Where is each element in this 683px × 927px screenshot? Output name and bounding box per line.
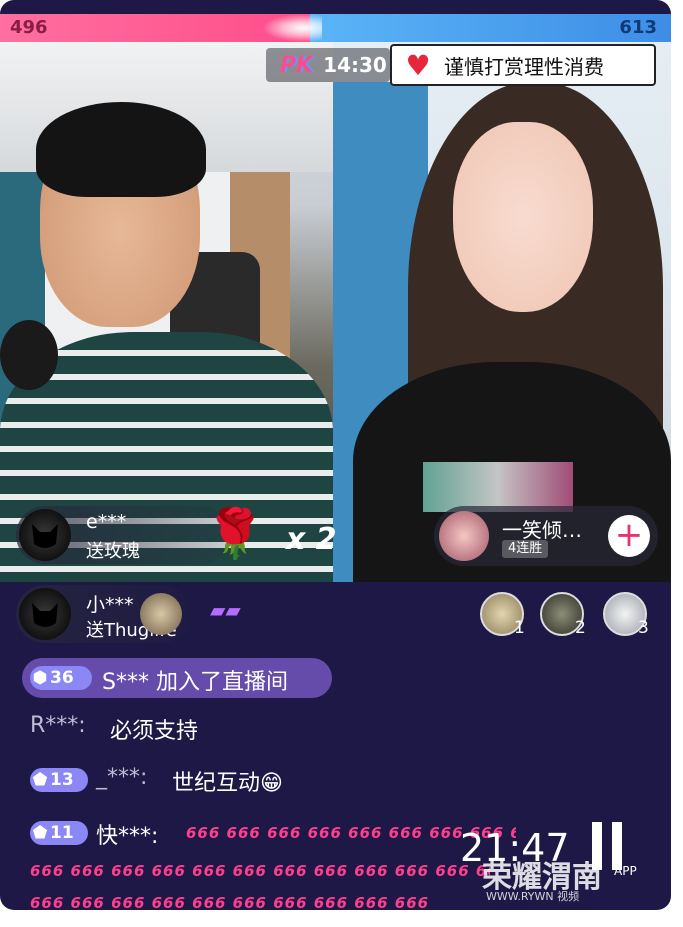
win-streak-badge: 4连胜 xyxy=(502,540,549,558)
chat-text: 世纪互动😁 xyxy=(172,771,283,796)
gift-multiplier: x 2 xyxy=(286,522,337,557)
gift-notification: e*** 送玫瑰 xyxy=(16,506,231,564)
pk-spark xyxy=(262,14,322,42)
microphone xyxy=(0,320,58,390)
watermark-sub: WWW.RYWN 视频 xyxy=(486,890,580,903)
spending-notice: ♥ 谨慎打赏理性消费 xyxy=(390,44,656,86)
pk-countdown: 14:30 xyxy=(323,53,387,77)
gift-sender: e*** xyxy=(86,511,127,533)
pk-right-side: 613 xyxy=(310,14,671,42)
pk-logo: PK xyxy=(280,52,314,78)
avatar[interactable] xyxy=(19,509,71,561)
join-notice: ⬢ 36 S*** 加入了直播间 xyxy=(22,658,332,698)
pk-score-bar: 496 613 xyxy=(0,14,671,42)
level-badge: ⬢ 36 xyxy=(30,666,92,690)
opponent-name: 一笑倾… xyxy=(502,518,582,542)
right-score: 613 xyxy=(619,17,657,38)
left-score: 496 xyxy=(10,17,48,38)
join-text: S*** 加入了直播间 xyxy=(102,670,288,695)
rose-icon: 🌹 xyxy=(205,506,265,562)
gem-icon: ⬟ xyxy=(32,770,48,790)
gift-action: 送玫瑰 xyxy=(86,541,140,562)
rank-number: 1 xyxy=(514,618,525,638)
chat-username: _***: xyxy=(96,765,148,790)
chat-username: 快***: xyxy=(96,824,159,849)
guest-face xyxy=(453,122,593,312)
left-video-pane[interactable] xyxy=(0,42,333,582)
chat-spam-line: 666 666 666 666 666 666 666 666 666 666 … xyxy=(30,862,490,880)
gem-icon: ⬟ xyxy=(32,823,48,843)
notice-text: 谨慎打赏理性消费 xyxy=(444,54,604,79)
opponent-card[interactable]: 一笑倾… 4连胜 + xyxy=(434,506,658,566)
shirt-print xyxy=(423,462,573,512)
chat-text: 必须支持 xyxy=(110,719,199,744)
gift-sender: 小*** xyxy=(86,594,134,616)
rank-number: 2 xyxy=(575,618,586,638)
avatar[interactable] xyxy=(439,511,489,561)
chat-spam-line: 666 666 666 666 666 666 666 666 666 666 … xyxy=(30,894,430,910)
heart-icon: ♥ xyxy=(405,48,431,82)
pk-timer: PK 14:30 xyxy=(266,48,390,82)
host-hair xyxy=(36,102,206,197)
rank-number: 3 xyxy=(638,618,649,638)
live-stream-screen: 496 613 PK 14:30 ♥ 谨慎打赏理性消费 e*** 送玫瑰 🌹 x… xyxy=(0,0,671,910)
level-badge: ⬟ 13 xyxy=(30,768,88,792)
app-tag: APP xyxy=(614,864,637,878)
avatar[interactable] xyxy=(19,588,71,640)
gem-icon: ⬢ xyxy=(32,668,48,688)
chat-username: R***: xyxy=(30,713,86,738)
gift-thumbnail xyxy=(140,593,182,635)
follow-button[interactable]: + xyxy=(608,515,650,557)
sunglasses-icon: ▰▰ xyxy=(210,598,241,622)
level-badge: ⬟ 11 xyxy=(30,821,88,845)
